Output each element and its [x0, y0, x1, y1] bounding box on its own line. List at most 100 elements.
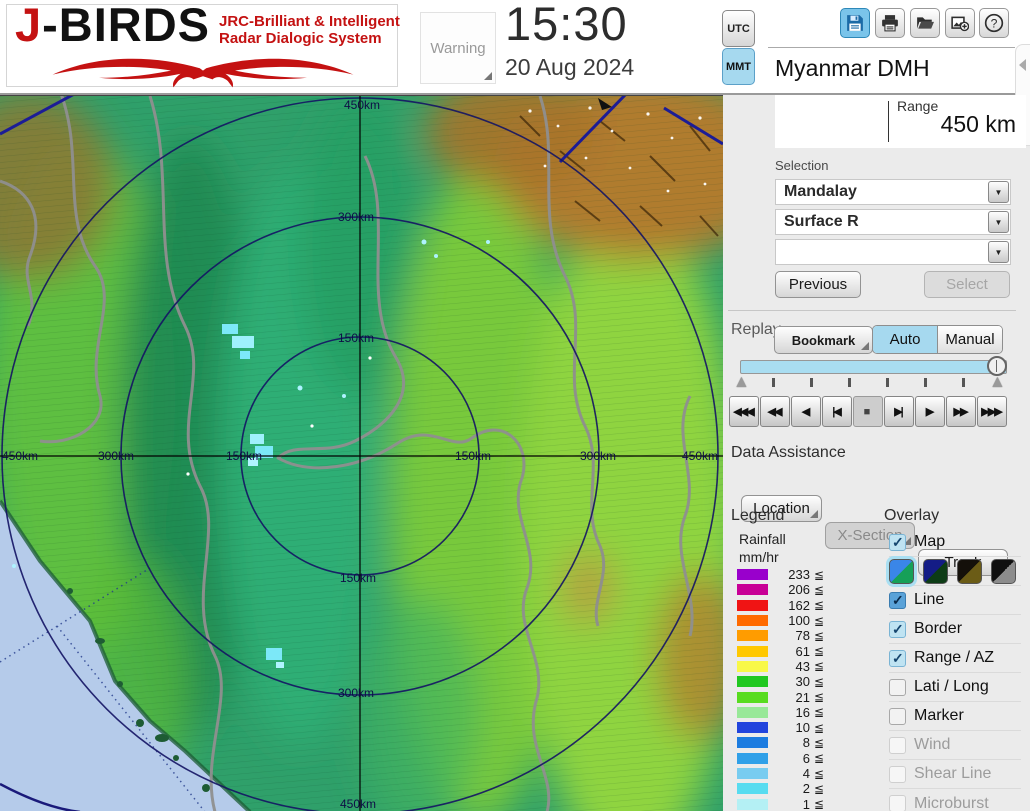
replay-timeline-slider[interactable] — [740, 360, 1007, 374]
map-style-blue-green[interactable] — [889, 558, 914, 584]
product-dropdown[interactable]: Surface R ▼ — [775, 209, 1011, 235]
step-back-button[interactable]: |◀ — [822, 396, 852, 427]
legend-row: 21 ≦ — [737, 689, 837, 705]
overlay-item-map[interactable]: Map — [889, 528, 1021, 557]
timeline-end-marker[interactable]: ▲ — [989, 372, 1006, 392]
fast-rewind-button[interactable]: ◀◀ — [760, 396, 790, 427]
replay-divider — [728, 310, 1016, 311]
save-button[interactable] — [840, 8, 870, 38]
fast-forward-button[interactable]: ▶▶ — [946, 396, 976, 427]
open-file-button[interactable] — [910, 8, 940, 38]
selection-label: Selection — [775, 158, 829, 173]
legend-row: 206 ≦ — [737, 582, 837, 597]
play-reverse-button[interactable]: ◀ — [791, 396, 821, 427]
overlay-label: Overlay — [884, 507, 940, 524]
overlay-item-line[interactable]: Line — [889, 586, 1021, 615]
legend-row: 4 ≦ — [737, 766, 837, 781]
overlay-item-microburst: Microburst — [889, 789, 1021, 811]
map-style-selector — [889, 557, 1021, 586]
checkbox-microburst — [889, 795, 906, 811]
checkbox-marker[interactable] — [889, 707, 906, 725]
extra-dropdown[interactable]: ▼ — [775, 239, 1011, 265]
help-button[interactable]: ? — [979, 8, 1009, 38]
radar-map-view[interactable]: 450km 300km 150km 150km 300km 450km 450k… — [0, 71, 785, 811]
data-assistance-label: Data Assistance — [731, 444, 846, 461]
add-image-button[interactable] — [945, 8, 975, 38]
timeline-tick — [810, 378, 813, 387]
clock-time: 15:30 — [505, 0, 628, 50]
print-button[interactable] — [875, 8, 905, 38]
legend-row: 10 ≦ — [737, 720, 837, 735]
timeline-start-marker[interactable]: ▲ — [733, 372, 750, 392]
overlay-item-range-az[interactable]: Range / AZ — [889, 644, 1021, 673]
checkbox-map[interactable] — [889, 533, 906, 551]
auto-mode-button[interactable]: Auto — [873, 326, 938, 353]
map-style-black-olive[interactable] — [957, 558, 982, 584]
legend-row: 16 ≦ — [737, 705, 837, 720]
site-dropdown[interactable]: Mandalay ▼ — [775, 179, 1011, 205]
legend-unit: mm/hr — [739, 549, 779, 565]
svg-text:300km: 300km — [338, 210, 374, 224]
legend-row: 61 ≦ — [737, 643, 837, 659]
timeline-tick — [962, 378, 965, 387]
help-icon: ? — [984, 13, 1004, 33]
svg-text:450km: 450km — [682, 449, 718, 463]
overlay-item-border[interactable]: Border — [889, 615, 1021, 644]
bookmark-button[interactable]: Bookmark — [774, 326, 873, 354]
play-button[interactable]: ▶ — [915, 396, 945, 427]
step-forward-button[interactable]: ▶| — [884, 396, 914, 427]
jump-start-button[interactable]: ◀◀◀ — [729, 396, 759, 427]
timeline-tick — [886, 378, 889, 387]
jump-end-button[interactable]: ▶▶▶ — [977, 396, 1007, 427]
range-box-divider — [888, 101, 889, 142]
legend-title: Rainfall — [739, 531, 786, 547]
timezone-utc-button[interactable]: UTC — [722, 10, 755, 47]
brand-tagline: JRC-Brilliant & Intelligent Radar Dialog… — [219, 13, 400, 47]
stop-button[interactable]: ■ — [853, 396, 883, 427]
station-divider — [768, 47, 1015, 48]
open-folder-icon — [917, 17, 934, 29]
svg-text:450km: 450km — [2, 449, 38, 463]
map-style-navy-darkgreen[interactable] — [923, 558, 948, 584]
save-icon — [847, 15, 863, 31]
range-box: Range 450 km — [775, 95, 1026, 148]
checkbox-wind — [889, 736, 906, 754]
legend-row: 2 ≦ — [737, 781, 837, 796]
chevron-down-icon[interactable]: ▼ — [988, 211, 1009, 233]
chevron-down-icon[interactable]: ▼ — [988, 241, 1009, 263]
site-dropdown-value: Mandalay — [784, 183, 857, 200]
clock-date: 20 Aug 2024 — [505, 54, 635, 80]
warning-button[interactable]: Warning — [420, 12, 496, 84]
overlay-item-marker[interactable]: Marker — [889, 702, 1021, 731]
legend-row: 233 ≦ — [737, 567, 837, 582]
overlay-item-lati-long[interactable]: Lati / Long — [889, 673, 1021, 702]
radar-map-svg: 450km 300km 150km 150km 300km 450km 450k… — [0, 71, 785, 811]
checkbox-border[interactable] — [889, 620, 906, 638]
timeline-tick — [848, 378, 851, 387]
svg-text:450km: 450km — [344, 98, 380, 112]
jbirds-logo: J-BIRDS JRC-Brilliant & Intelligent Rada… — [6, 0, 400, 88]
legend-row: 100 ≦ — [737, 613, 837, 628]
select-button[interactable]: Select — [924, 271, 1010, 298]
checkbox-lati-long[interactable] — [889, 678, 906, 696]
previous-button[interactable]: Previous — [775, 271, 861, 298]
overlay-item-shear-line: Shear Line — [889, 760, 1021, 789]
eagle-logo-icon — [52, 58, 354, 88]
timeline-tick — [924, 378, 927, 387]
chevron-down-icon[interactable]: ▼ — [988, 181, 1009, 203]
product-dropdown-value: Surface R — [784, 213, 859, 230]
timezone-mmt-button[interactable]: MMT — [722, 48, 755, 85]
map-style-black-gray[interactable] — [991, 558, 1016, 584]
legend-row: 30 ≦ — [737, 674, 837, 689]
overlay-list: Map Line Border Range / AZ Lati / Long M… — [889, 528, 1021, 811]
manual-mode-button[interactable]: Manual — [938, 326, 1002, 353]
svg-text:150km: 150km — [338, 331, 374, 345]
svg-text:450km: 450km — [340, 797, 376, 811]
legend-row: 8 ≦ — [737, 735, 837, 750]
checkbox-line[interactable] — [889, 591, 906, 609]
jbirds-app: 450km 300km 150km 150km 300km 450km 450k… — [0, 0, 1030, 811]
checkbox-range-az[interactable] — [889, 649, 906, 667]
print-icon — [882, 15, 898, 32]
svg-text:150km: 150km — [226, 449, 262, 463]
brand-title: J-BIRDS — [15, 0, 211, 51]
